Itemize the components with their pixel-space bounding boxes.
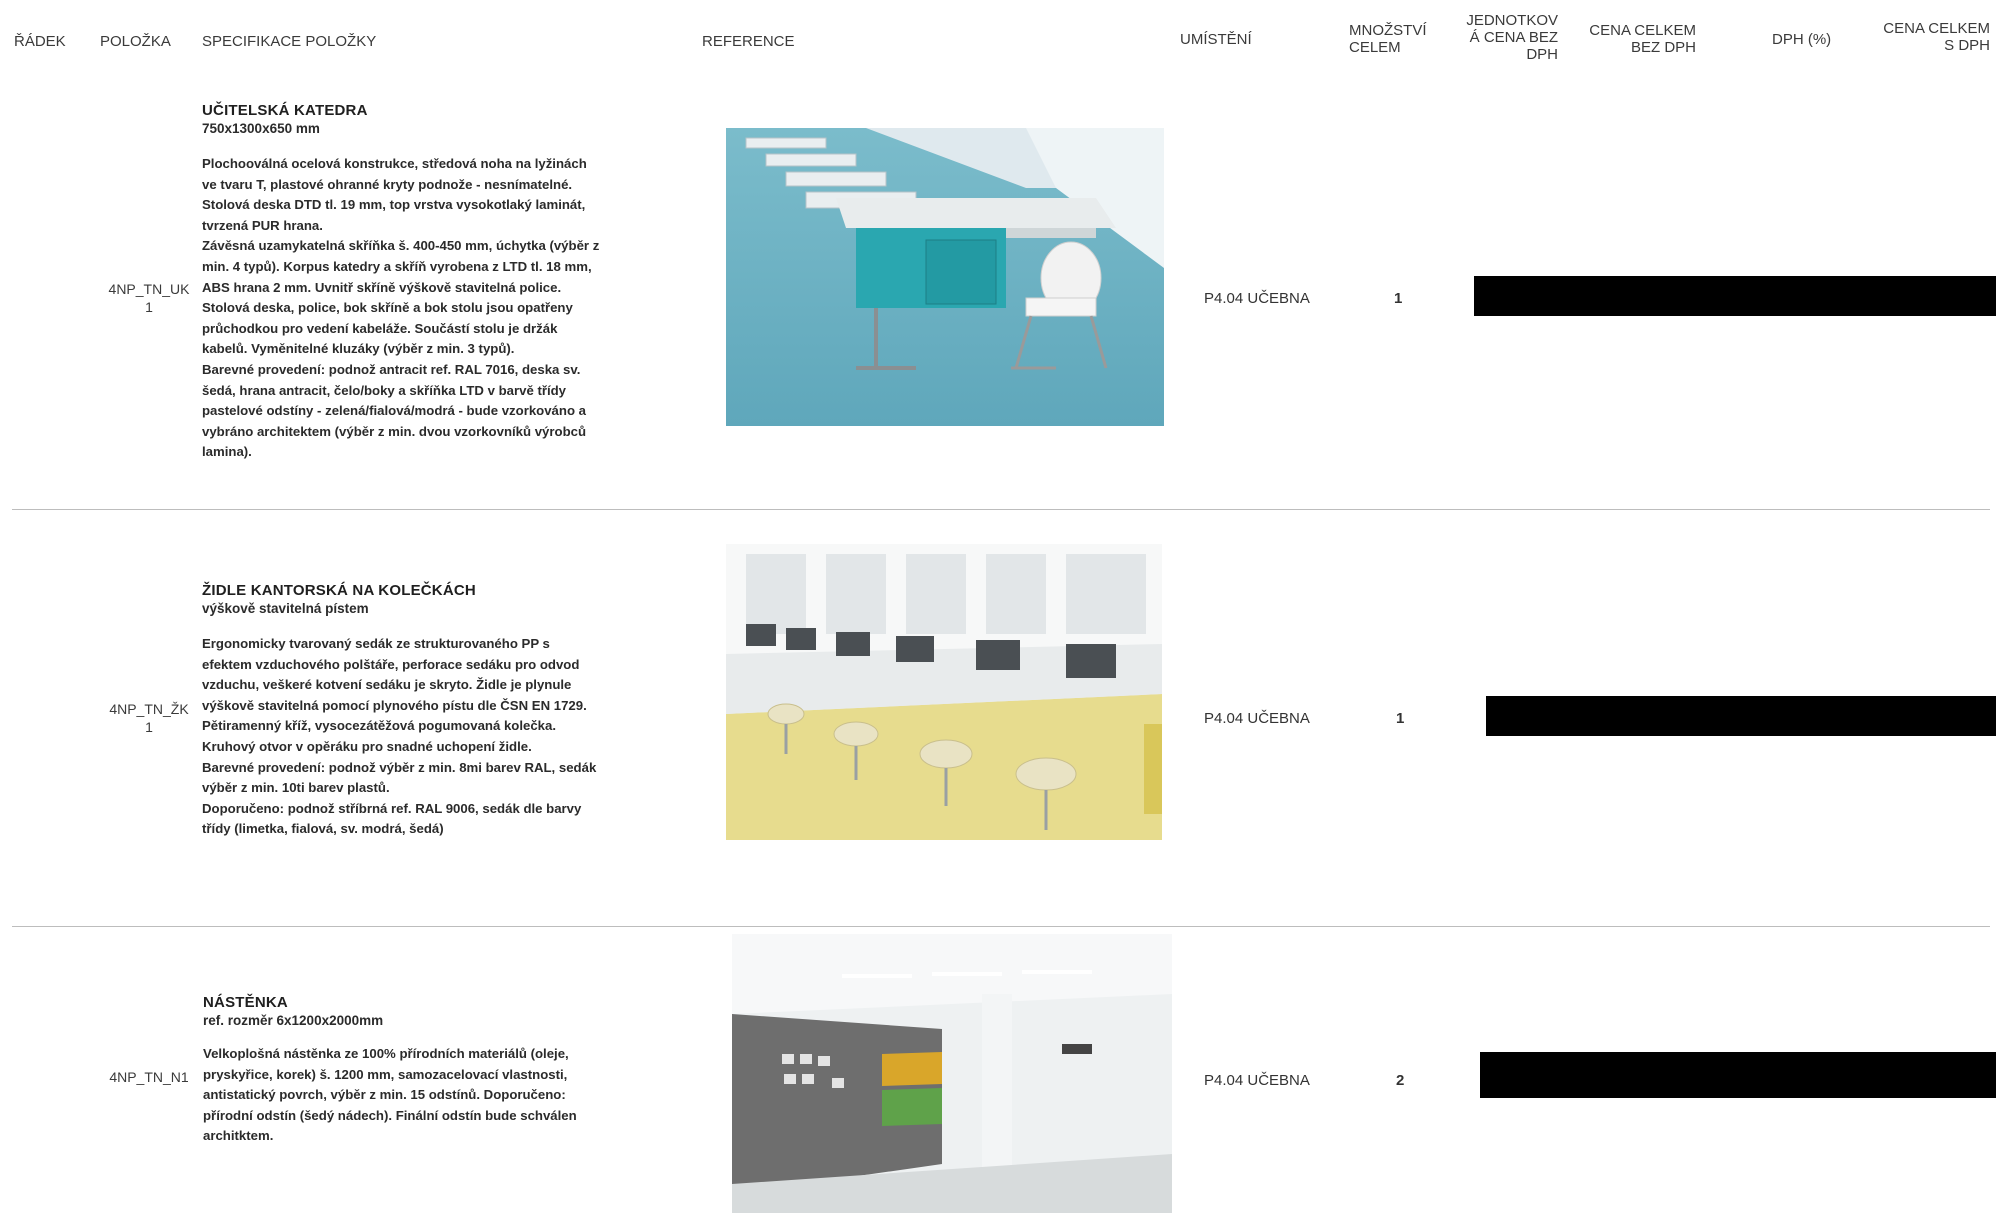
redacted-price-bar	[1486, 696, 1996, 736]
item-title: UČITELSKÁ KATEDRA	[202, 102, 368, 119]
row-quantity: 1	[1394, 290, 1403, 307]
header-reference: REFERENCE	[702, 33, 795, 50]
item-subtitle: ref. rozměr 6x1200x2000mm	[203, 1013, 384, 1028]
row-quantity: 2	[1396, 1072, 1405, 1089]
table-row: 4NP_TN_N1 NÁSTĚNKA ref. rozměr 6x1200x20…	[0, 934, 1996, 1213]
header-cena-s-dph: CENA CELKEM S DPH	[1883, 20, 1990, 54]
row-specification: ŽIDLE KANTORSKÁ NA KOLEČKÁCH výškově sta…	[202, 582, 702, 840]
item-description: Ergonomicky tvarovaný sedák ze strukturo…	[202, 636, 597, 837]
row-code: 4NP_TN_N1	[109, 1069, 189, 1085]
teacher-desk-photo-icon	[726, 128, 1164, 426]
header-umisteni: UMÍSTĚNÍ	[1180, 31, 1252, 48]
row-quantity: 1	[1396, 710, 1405, 727]
row-code: 4NP_TN_ŽK 1	[109, 701, 189, 735]
teacher-chair-photo-icon	[726, 544, 1162, 840]
row-specification: NÁSTĚNKA ref. rozměr 6x1200x2000mm Velko…	[203, 994, 703, 1147]
header-specifikace: SPECIFIKACE POLOŽKY	[202, 33, 377, 50]
item-description: Plochooválná ocelová konstrukce, středov…	[202, 156, 600, 460]
row-separator	[12, 926, 1990, 927]
header-cena-bez-dph: CENA CELKEM BEZ DPH	[1589, 22, 1696, 56]
redacted-price-bar	[1480, 1052, 1996, 1098]
table-row: 4NP_TN_ŽK 1 ŽIDLE KANTORSKÁ NA KOLEČKÁCH…	[0, 540, 1996, 920]
header-radek: ŘÁDEK	[14, 33, 66, 50]
item-description: Velkoplošná nástěnka ze 100% přírodních …	[203, 1046, 577, 1144]
item-title: ŽIDLE KANTORSKÁ NA KOLEČKÁCH	[202, 582, 476, 599]
noticeboard-photo-icon	[732, 934, 1172, 1213]
table-row: 4NP_TN_UK 1 UČITELSKÁ KATEDRA 750x1300x6…	[0, 96, 1996, 506]
row-location: P4.04 UČEBNA	[1204, 710, 1310, 727]
header-polozka: POLOŽKA	[100, 33, 171, 50]
row-specification: UČITELSKÁ KATEDRA 750x1300x650 mm Plocho…	[202, 102, 702, 463]
row-separator	[12, 509, 1990, 510]
redacted-price-bar	[1474, 276, 1996, 316]
row-code: 4NP_TN_UK 1	[108, 281, 190, 315]
item-subtitle: 750x1300x650 mm	[202, 121, 320, 136]
header-dph: DPH (%)	[1772, 31, 1832, 48]
row-location: P4.04 UČEBNA	[1204, 290, 1310, 307]
row-location: P4.04 UČEBNA	[1204, 1072, 1310, 1089]
item-title: NÁSTĚNKA	[203, 994, 288, 1011]
header-mnozstvi: MNOŽSTVÍ CELEM	[1349, 22, 1427, 56]
item-subtitle: výškově stavitelná pístem	[202, 601, 369, 616]
header-jednotkova-cena: JEDNOTKOV Á CENA BEZ DPH	[1466, 12, 1558, 63]
